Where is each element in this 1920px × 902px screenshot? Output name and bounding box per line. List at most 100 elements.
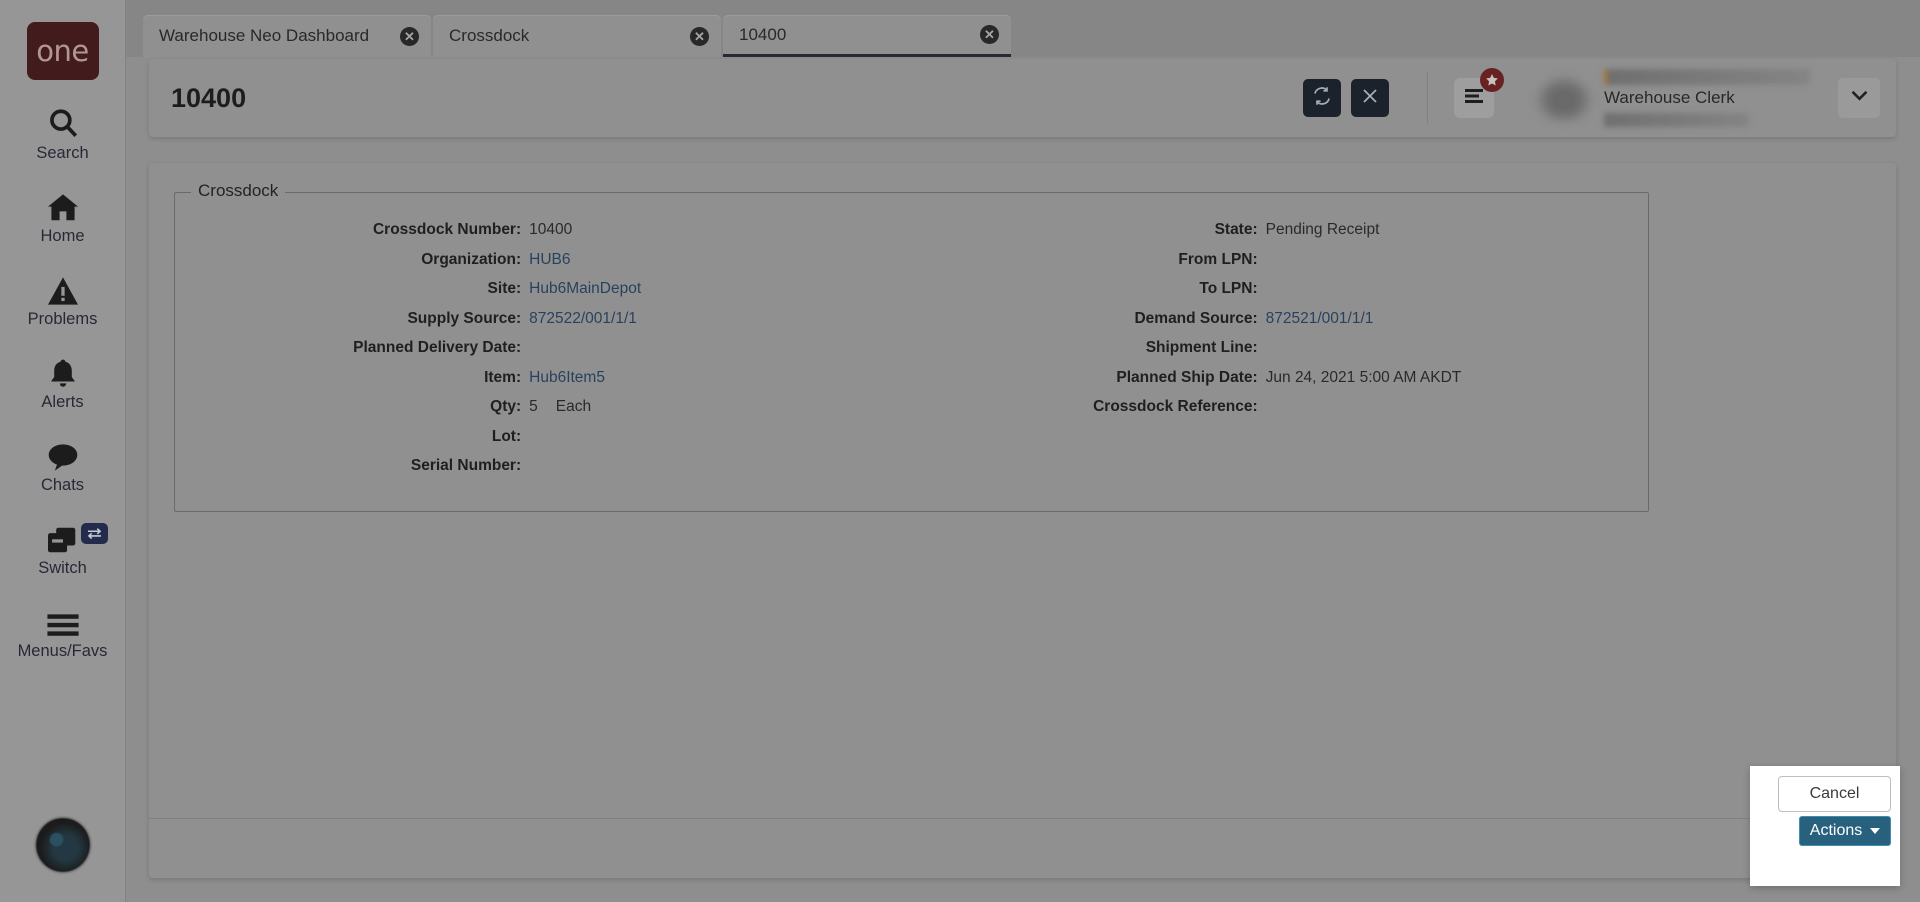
tab-close-icon[interactable]: ✕	[980, 25, 999, 44]
user-menu-toggle[interactable]	[1838, 78, 1880, 118]
field-state: State: Pending Receipt	[912, 221, 1649, 251]
page-title: 10400	[171, 82, 247, 113]
menu-lines-icon	[1464, 88, 1484, 109]
sidebar-item-label: Switch	[38, 559, 87, 577]
field-value-link[interactable]: 872521/001/1/1	[1266, 310, 1374, 328]
field-shipment-line: Shipment Line:	[912, 339, 1649, 369]
actions-button[interactable]: Actions	[1799, 816, 1891, 846]
user-org-redacted	[1604, 113, 1749, 127]
sidebar-item-problems[interactable]: Problems	[8, 272, 118, 329]
footer-divider	[149, 818, 1896, 819]
app-logo[interactable]: one	[26, 22, 99, 80]
left-sidebar: one Search Home Problems Alerts Chats Sw…	[0, 0, 126, 902]
header-divider	[1427, 72, 1428, 124]
field-label: Demand Source:	[1134, 309, 1258, 327]
sidebar-item-chats[interactable]: Chats	[8, 438, 118, 495]
content-card: Crossdock Crossdock Number: 10400 Organi…	[149, 163, 1896, 878]
field-qty: Qty: 5 Each	[175, 398, 912, 428]
tab-warehouse-neo-dashboard[interactable]: Warehouse Neo Dashboard ✕	[143, 15, 431, 57]
field-label: Item:	[484, 368, 522, 386]
app-logo-text: one	[36, 34, 89, 68]
sidebar-item-label: Search	[36, 144, 89, 162]
field-crossdock-reference: Crossdock Reference:	[912, 398, 1649, 428]
actions-panel: Cancel Actions	[1750, 766, 1900, 886]
sidebar-item-label: Alerts	[41, 393, 84, 411]
user-menu[interactable]: Warehouse Clerk	[1536, 69, 1880, 127]
caret-down-icon	[1870, 828, 1881, 834]
field-value-link[interactable]: Hub6MainDepot	[529, 280, 641, 298]
field-value: Jun 24, 2021 5:00 AM AKDT	[1265, 368, 1462, 386]
field-planned-ship-date: Planned Ship Date: Jun 24, 2021 5:00 AM …	[912, 369, 1649, 399]
tab-crossdock[interactable]: Crossdock ✕	[433, 15, 721, 57]
field-to-lpn: To LPN:	[912, 280, 1649, 310]
field-value: Pending Receipt	[1265, 221, 1380, 238]
field-label: State:	[1214, 221, 1258, 238]
field-label: Serial Number:	[410, 457, 522, 474]
actions-button-label: Actions	[1809, 822, 1863, 839]
field-supply-source: Supply Source: 872522/001/1/1	[175, 310, 912, 340]
sidebar-item-search[interactable]: Search	[8, 106, 118, 163]
field-label: From LPN:	[1178, 250, 1258, 268]
star-icon[interactable]	[1480, 68, 1504, 92]
page-header: 10400 Warehouse Clerk	[149, 59, 1896, 137]
field-label: To LPN:	[1199, 280, 1258, 297]
field-value-link[interactable]: HUB6	[529, 251, 570, 269]
user-role-label: Warehouse Clerk	[1604, 88, 1735, 107]
tab-label: Warehouse Neo Dashboard	[159, 26, 370, 45]
sidebar-item-label: Chats	[40, 476, 85, 494]
field-planned-delivery-date: Planned Delivery Date:	[175, 339, 912, 369]
tab-10400[interactable]: 10400 ✕	[723, 15, 1011, 57]
field-label: Planned Delivery Date:	[353, 339, 522, 356]
field-value-link[interactable]: Hub6Item5	[529, 369, 605, 387]
close-x-icon	[1361, 87, 1379, 110]
sidebar-item-alerts[interactable]: Alerts	[8, 355, 118, 412]
field-value-uom: Each	[555, 398, 592, 415]
sidebar-item-home[interactable]: Home	[8, 189, 118, 246]
user-avatar-photo[interactable]	[35, 818, 90, 872]
home-icon	[46, 189, 80, 223]
bell-icon	[47, 355, 79, 389]
crossdock-form: Crossdock Number: 10400 Organization: HU…	[175, 221, 1648, 487]
hamburger-icon	[46, 604, 80, 638]
cancel-button[interactable]: Cancel	[1778, 776, 1891, 812]
user-name-redacted	[1604, 69, 1810, 85]
field-from-lpn: From LPN:	[912, 251, 1649, 281]
field-label: Shipment Line:	[1145, 339, 1258, 356]
field-label: Crossdock Number:	[372, 221, 522, 238]
field-item: Item: Hub6Item5	[175, 369, 912, 399]
menus-favorites-button[interactable]	[1454, 68, 1504, 118]
user-info: Warehouse Clerk	[1604, 69, 1816, 127]
swap-arrows-icon[interactable]	[80, 523, 108, 544]
tab-close-icon[interactable]: ✕	[400, 26, 419, 46]
field-serial-number: Serial Number:	[175, 457, 912, 487]
chevron-down-icon	[1850, 89, 1869, 107]
sidebar-item-label: Problems	[27, 310, 98, 328]
fieldset-legend: Crossdock	[191, 181, 286, 201]
field-organization: Organization: HUB6	[175, 251, 912, 281]
refresh-button[interactable]	[1303, 79, 1341, 117]
field-value: 5	[529, 398, 538, 415]
field-label: Lot:	[491, 427, 522, 445]
form-column-left: Crossdock Number: 10400 Organization: HU…	[175, 221, 912, 487]
close-page-button[interactable]	[1351, 79, 1389, 117]
sidebar-item-switch[interactable]: Switch	[8, 521, 118, 578]
field-demand-source: Demand Source: 872521/001/1/1	[912, 310, 1649, 340]
field-label: Crossdock Reference:	[1093, 398, 1258, 415]
field-label: Organization:	[421, 250, 522, 268]
sidebar-item-label: Home	[40, 227, 85, 245]
tab-close-icon[interactable]: ✕	[690, 26, 709, 46]
tab-bar: Warehouse Neo Dashboard ✕ Crossdock ✕ 10…	[126, 0, 1920, 57]
field-value-link[interactable]: 872522/001/1/1	[529, 310, 637, 328]
form-column-right: State: Pending Receipt From LPN: To LPN:…	[912, 221, 1649, 487]
windows-stack-icon	[45, 521, 81, 555]
field-value: 10400	[529, 221, 573, 238]
field-label: Planned Ship Date:	[1116, 368, 1258, 386]
warning-triangle-icon	[46, 272, 80, 306]
tab-label: Crossdock	[449, 26, 530, 45]
tab-label: 10400	[739, 24, 787, 44]
sidebar-item-menus-favs[interactable]: Menus/Favs	[8, 604, 118, 661]
field-lot: Lot:	[175, 428, 912, 458]
sidebar-item-label: Menus/Favs	[17, 642, 108, 660]
field-site: Site: Hub6MainDepot	[175, 280, 912, 310]
field-label: Site:	[487, 280, 522, 297]
